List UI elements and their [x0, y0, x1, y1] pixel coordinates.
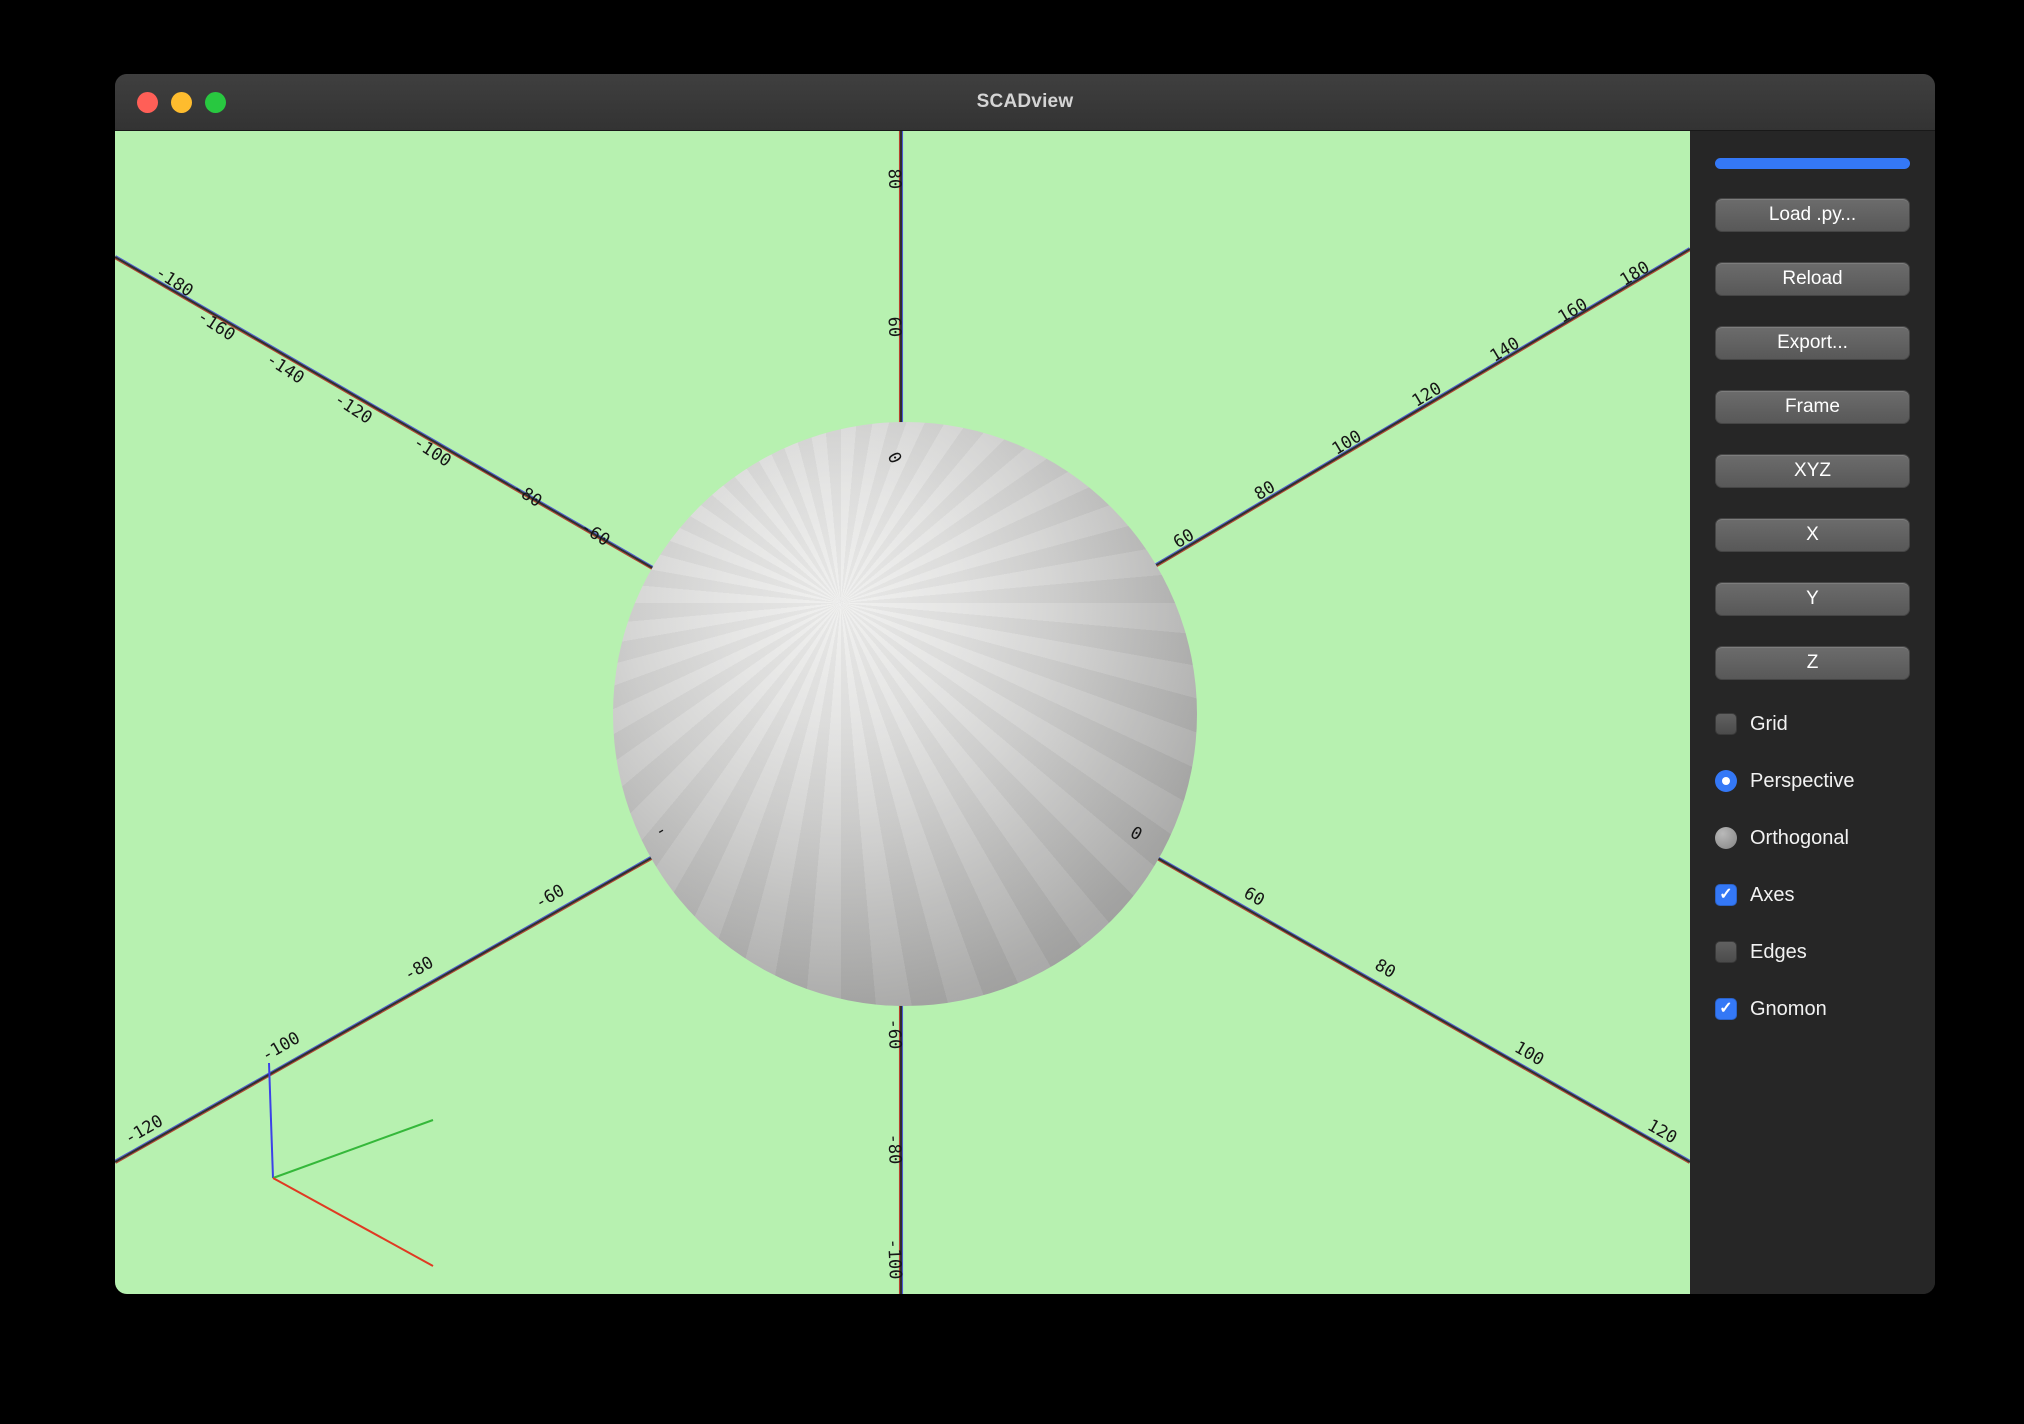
- sidebar: Load .py... Reload Export... Frame XYZ X Y Z Gr…: [1690, 131, 1935, 1294]
- sidebar-button-export[interactable]: Export...: [1715, 326, 1910, 360]
- sidebar-button-x[interactable]: X: [1715, 518, 1910, 552]
- checkbox-grid[interactable]: [1715, 713, 1737, 735]
- zoom-button[interactable]: [205, 91, 226, 113]
- sphere-object: [613, 422, 1197, 1006]
- toggle-row-gnomon[interactable]: ✓ Gnomon: [1715, 995, 1910, 1023]
- sidebar-button-z[interactable]: Z: [1715, 646, 1910, 680]
- radio-perspective[interactable]: [1715, 770, 1737, 792]
- sidebar-button-y[interactable]: Y: [1715, 582, 1910, 616]
- toggle-label-perspective: Perspective: [1750, 769, 1855, 792]
- sidebar-buttons: Load .py... Reload Export... Frame XYZ X Y Z: [1715, 198, 1910, 710]
- toggle-row-grid[interactable]: Grid: [1715, 710, 1910, 738]
- toggle-row-axes[interactable]: ✓ Axes: [1715, 881, 1910, 909]
- window-content: -180 -160 -140 -120 -100 -80 -60 60 80 100 120 140 1…: [115, 131, 1935, 1294]
- titlebar[interactable]: SCADview: [115, 74, 1935, 131]
- toggle-label-axes: Axes: [1750, 883, 1795, 906]
- checkbox-edges[interactable]: [1715, 941, 1737, 963]
- sidebar-button-reload[interactable]: Reload: [1715, 262, 1910, 296]
- window-title: SCADview: [976, 91, 1074, 112]
- progress-bar[interactable]: [1715, 158, 1910, 169]
- toggle-row-orthogonal[interactable]: Orthogonal: [1715, 824, 1910, 852]
- toggle-label-orthogonal: Orthogonal: [1750, 826, 1849, 849]
- toggle-row-perspective[interactable]: Perspective: [1715, 767, 1910, 795]
- traffic-lights: [137, 74, 226, 130]
- checkbox-axes[interactable]: ✓: [1715, 884, 1737, 906]
- sidebar-button-xyz[interactable]: XYZ: [1715, 454, 1910, 488]
- sidebar-button-frame[interactable]: Frame: [1715, 390, 1910, 424]
- viewport-3d[interactable]: -180 -160 -140 -120 -100 -80 -60 60 80 100 120 140 1…: [115, 131, 1690, 1294]
- close-button[interactable]: [137, 91, 158, 113]
- minimize-button[interactable]: [171, 91, 192, 113]
- radio-orthogonal[interactable]: [1715, 827, 1737, 849]
- toggle-label-gnomon: Gnomon: [1750, 997, 1827, 1020]
- sidebar-button-load-py[interactable]: Load .py...: [1715, 198, 1910, 232]
- toggle-label-edges: Edges: [1750, 940, 1807, 963]
- sidebar-toggles: Grid Perspective Orthogonal ✓ Axes Edges ✓ Gnom…: [1715, 710, 1910, 1052]
- radio-dot: [1722, 777, 1730, 785]
- toggle-row-edges[interactable]: Edges: [1715, 938, 1910, 966]
- toggle-label-grid: Grid: [1750, 712, 1788, 735]
- app-window: SCADview -180 -160 -140 -120 -100 -80 -60 60 80 1…: [115, 74, 1935, 1294]
- checkbox-gnomon[interactable]: ✓: [1715, 998, 1737, 1020]
